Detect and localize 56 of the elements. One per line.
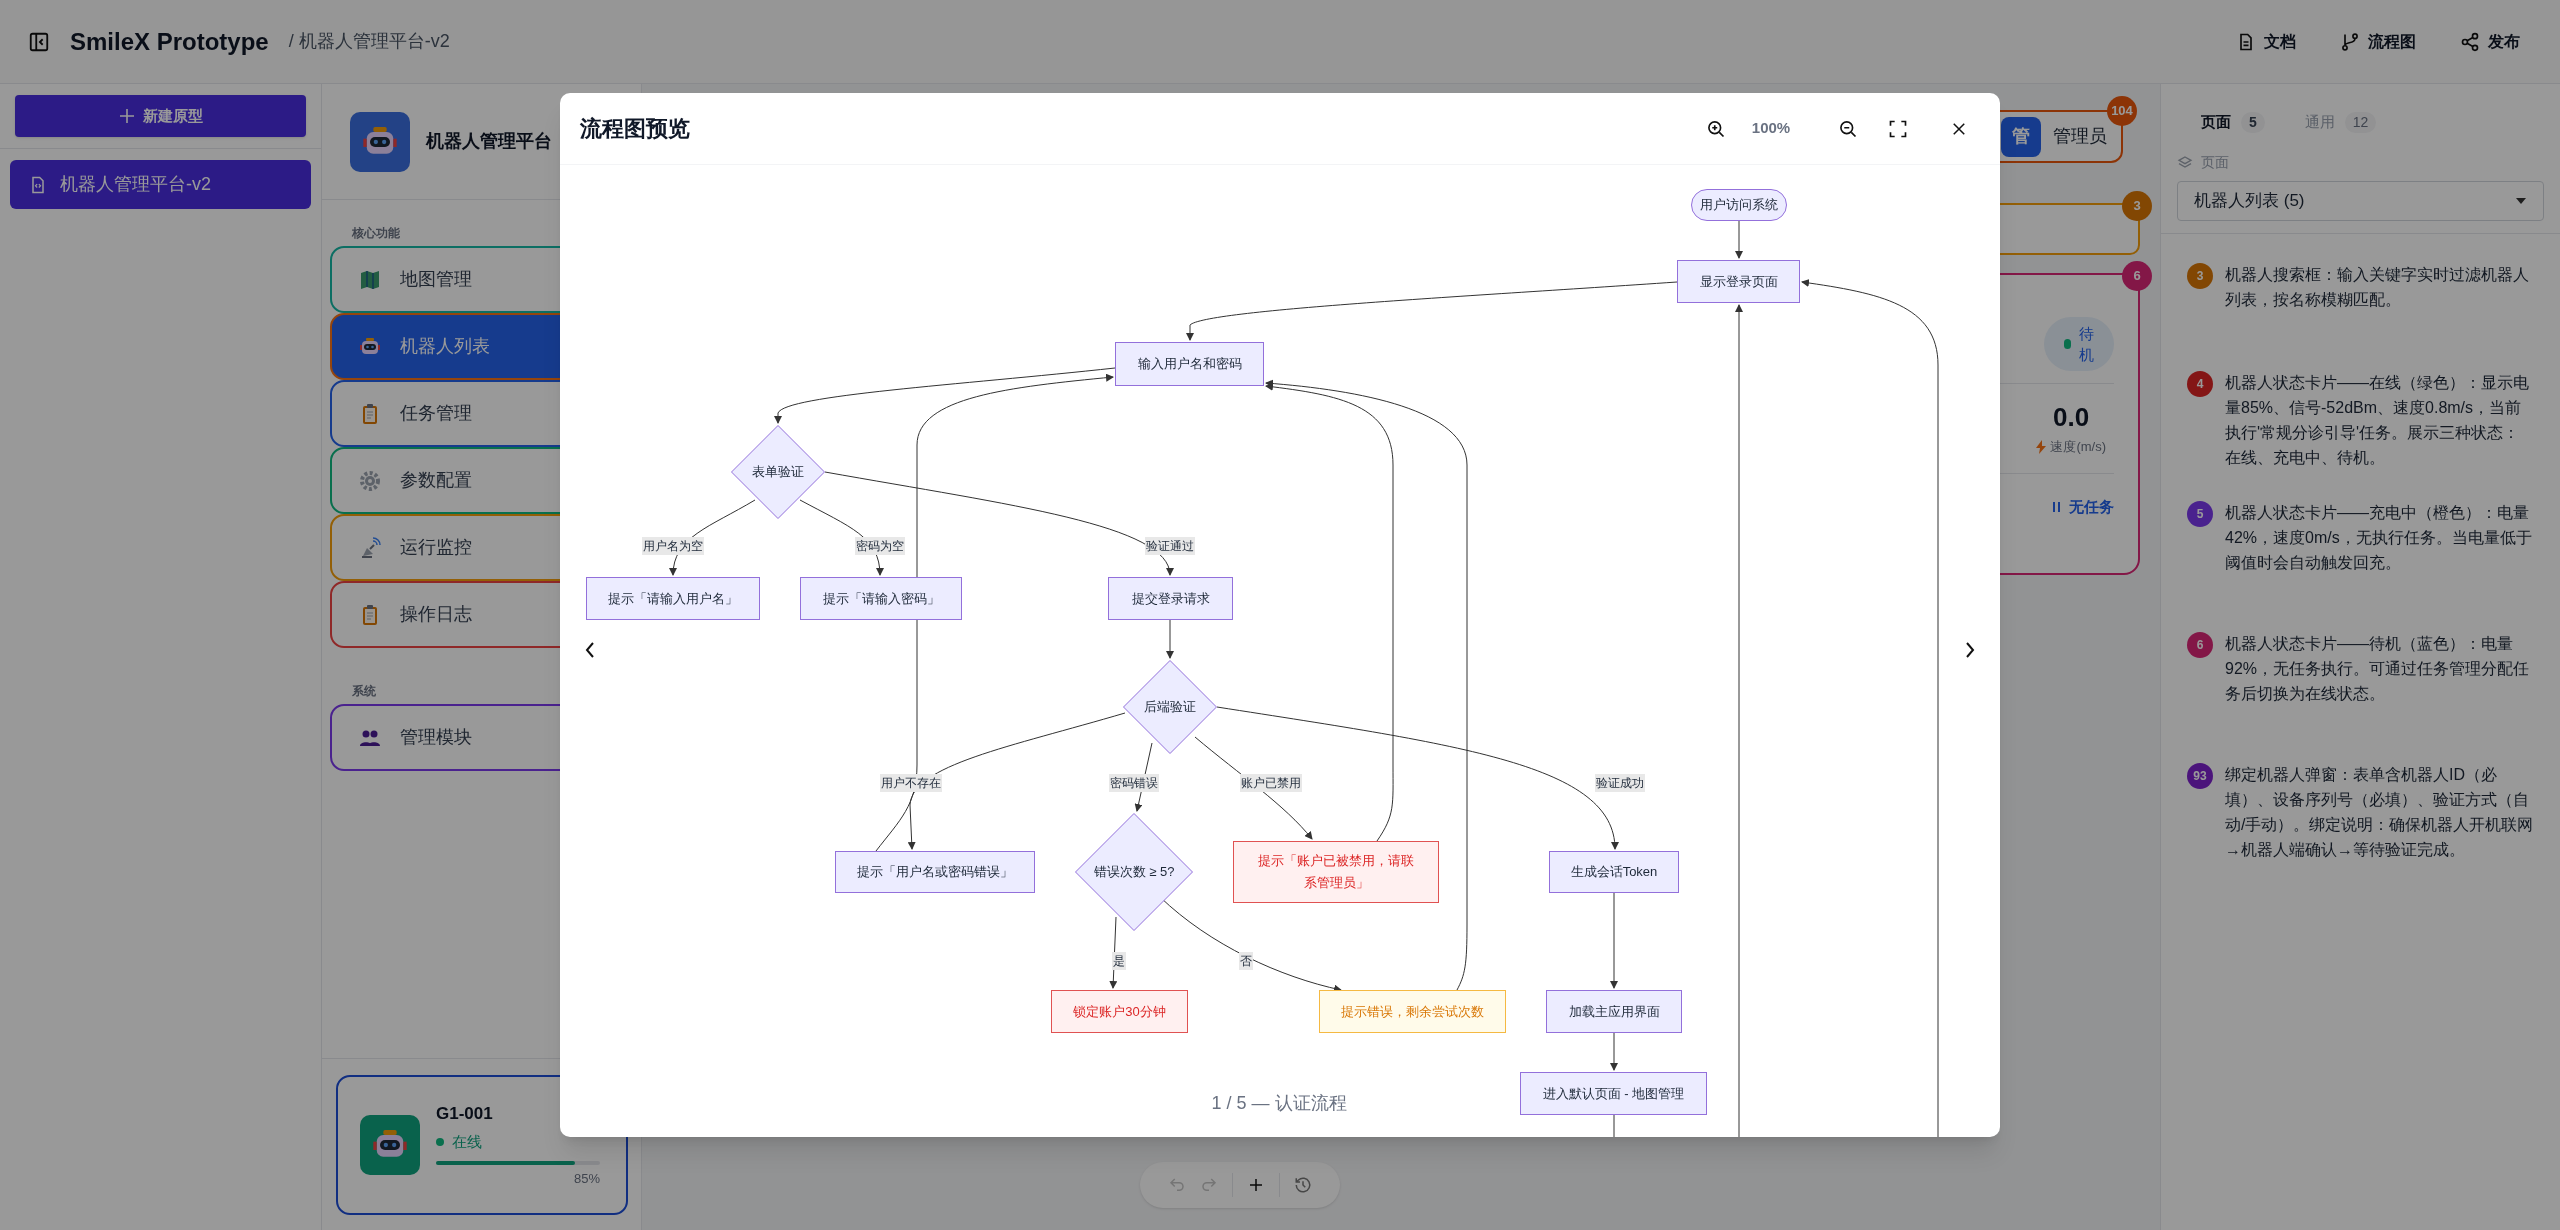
project-name: 机器人管理平台-v2 xyxy=(60,173,211,196)
annotation-marker: 6 xyxy=(2122,261,2152,291)
field-label: 页面 xyxy=(2201,153,2229,172)
edge-label: 用户不存在 xyxy=(880,774,942,792)
annotation-marker: 3 xyxy=(2122,191,2152,221)
annotation-marker: 104 xyxy=(2107,96,2137,126)
process-node: 提交登录请求 xyxy=(1108,577,1233,620)
speed-label: 速度(m/s) xyxy=(2050,438,2106,456)
process-node: 提示「请输入用户名」 xyxy=(586,577,760,620)
process-node: 进入默认页面 - 地图管理 xyxy=(1520,1072,1707,1115)
breadcrumb: / 机器人管理平台-v2 xyxy=(288,30,450,53)
process-node: 显示登录页面 xyxy=(1677,260,1800,303)
edge-label: 密码错误 xyxy=(1109,774,1159,792)
edge-label: 账户已禁用 xyxy=(1240,774,1302,792)
error-node: 提示「账户已被禁用，请联系管理员」 xyxy=(1233,841,1439,903)
annotation-text: 机器人搜索框：输入关键字实时过滤机器人列表，按名称模糊匹配。 xyxy=(2225,265,2530,310)
edge-label: 用户名为空 xyxy=(642,537,704,555)
modal-title: 流程图预览 xyxy=(580,115,690,143)
task-status: 无任务 xyxy=(2069,496,2114,517)
battery-reading: 85% xyxy=(573,1170,600,1189)
annotation-text: 机器人状态卡片——在线（绿色）：显示电量85%、信号-52dBm、速度0.8m/s，当前执行'常规分诊引导'任务。展示三种状态：在线、充电中、待机。 xyxy=(2225,373,2530,468)
annotation-marker: 3 xyxy=(2187,263,2213,289)
process-node: 提示「请输入密码」 xyxy=(800,577,962,620)
robot-name: G1-001 xyxy=(436,1103,494,1126)
process-node: 提示「用户名或密码错误」 xyxy=(835,851,1035,893)
app-title: SmileX Prototype xyxy=(70,26,269,57)
section-title: 系统 xyxy=(351,683,377,700)
robot-status: 在线 xyxy=(452,1131,482,1152)
decision-node: 表单验证 xyxy=(731,425,825,519)
edge-label: 密码为空 xyxy=(855,537,905,555)
decision-node: 后端验证 xyxy=(1123,660,1217,754)
app-name: 机器人管理平台 xyxy=(426,130,552,153)
speed-value: 0.0 xyxy=(2053,401,2090,434)
start-node: 用户访问系统 xyxy=(1691,189,1787,221)
edge-label: 否 xyxy=(1239,952,1253,970)
process-node: 生成会话Token xyxy=(1549,851,1679,893)
process-node: 加载主应用界面 xyxy=(1546,990,1682,1033)
annotation-marker: 5 xyxy=(2187,501,2213,527)
annotation-text: 绑定机器人弹窗：表单含机器人ID（必填）、设备序列号（必填）、验证方式（自动/手动）。绑定说明：确保机器人开机联网→机器人端确认→等待验证完成。 xyxy=(2225,765,2534,860)
annotation-text: 机器人状态卡片——待机（蓝色）：电量92%，无任务执行。可通过任务管理分配任务后切换为在线状态。 xyxy=(2225,634,2531,704)
decision-node: 错误次数 ≥ 5? xyxy=(1075,813,1193,931)
user-avatar: 管 xyxy=(2001,116,2041,157)
annotation-marker: 93 xyxy=(2187,763,2213,789)
edge-label: 是 xyxy=(1112,952,1126,970)
zoom-level: 100% xyxy=(1750,118,1792,139)
warning-node: 提示错误，剩余尝试次数 xyxy=(1319,990,1506,1033)
annotation-marker: 6 xyxy=(2187,632,2213,658)
edge-label: 验证成功 xyxy=(1595,774,1645,792)
edge-label: 验证通过 xyxy=(1145,537,1195,555)
user-name: 管理员 xyxy=(2053,125,2107,148)
status-label: 待机 xyxy=(2079,324,2094,365)
section-title: 核心功能 xyxy=(351,225,401,242)
process-node: 输入用户名和密码 xyxy=(1115,342,1264,386)
annotation-marker: 4 xyxy=(2187,371,2213,397)
error-node: 锁定账户30分钟 xyxy=(1051,990,1188,1033)
annotation-text: 机器人状态卡片——充电中（橙色）：电量42%，速度0m/s，无执行任务。当电量低于阈值时会自动触发回充。 xyxy=(2225,503,2533,573)
